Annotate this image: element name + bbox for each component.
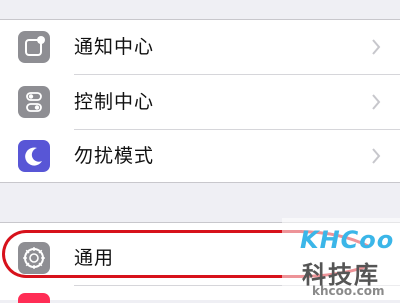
chevron-right-icon	[372, 39, 381, 55]
settings-group-system: 通知中心 控制中心 勿扰模式	[0, 20, 400, 183]
settings-row-label: 通用	[74, 247, 115, 269]
moon-icon	[18, 140, 50, 172]
chevron-right-icon	[372, 148, 381, 164]
settings-row-label: 勿扰模式	[74, 145, 155, 167]
settings-row-notification-center[interactable]: 通知中心	[0, 20, 400, 74]
gear-icon	[18, 242, 50, 274]
notification-center-icon	[18, 31, 50, 63]
chevron-right-icon	[372, 94, 381, 110]
watermark-logo: KHCoo	[300, 226, 395, 254]
settings-row-label: 控制中心	[74, 91, 155, 113]
settings-row-control-center[interactable]: 控制中心	[0, 75, 400, 129]
watermark-url: khcoo.com	[312, 284, 385, 298]
settings-row-do-not-disturb[interactable]: 勿扰模式	[0, 129, 400, 183]
control-center-icon	[18, 86, 50, 118]
next-row-app-icon	[18, 293, 50, 303]
section-header-gap	[0, 0, 400, 20]
settings-row-label: 通知中心	[74, 36, 155, 58]
